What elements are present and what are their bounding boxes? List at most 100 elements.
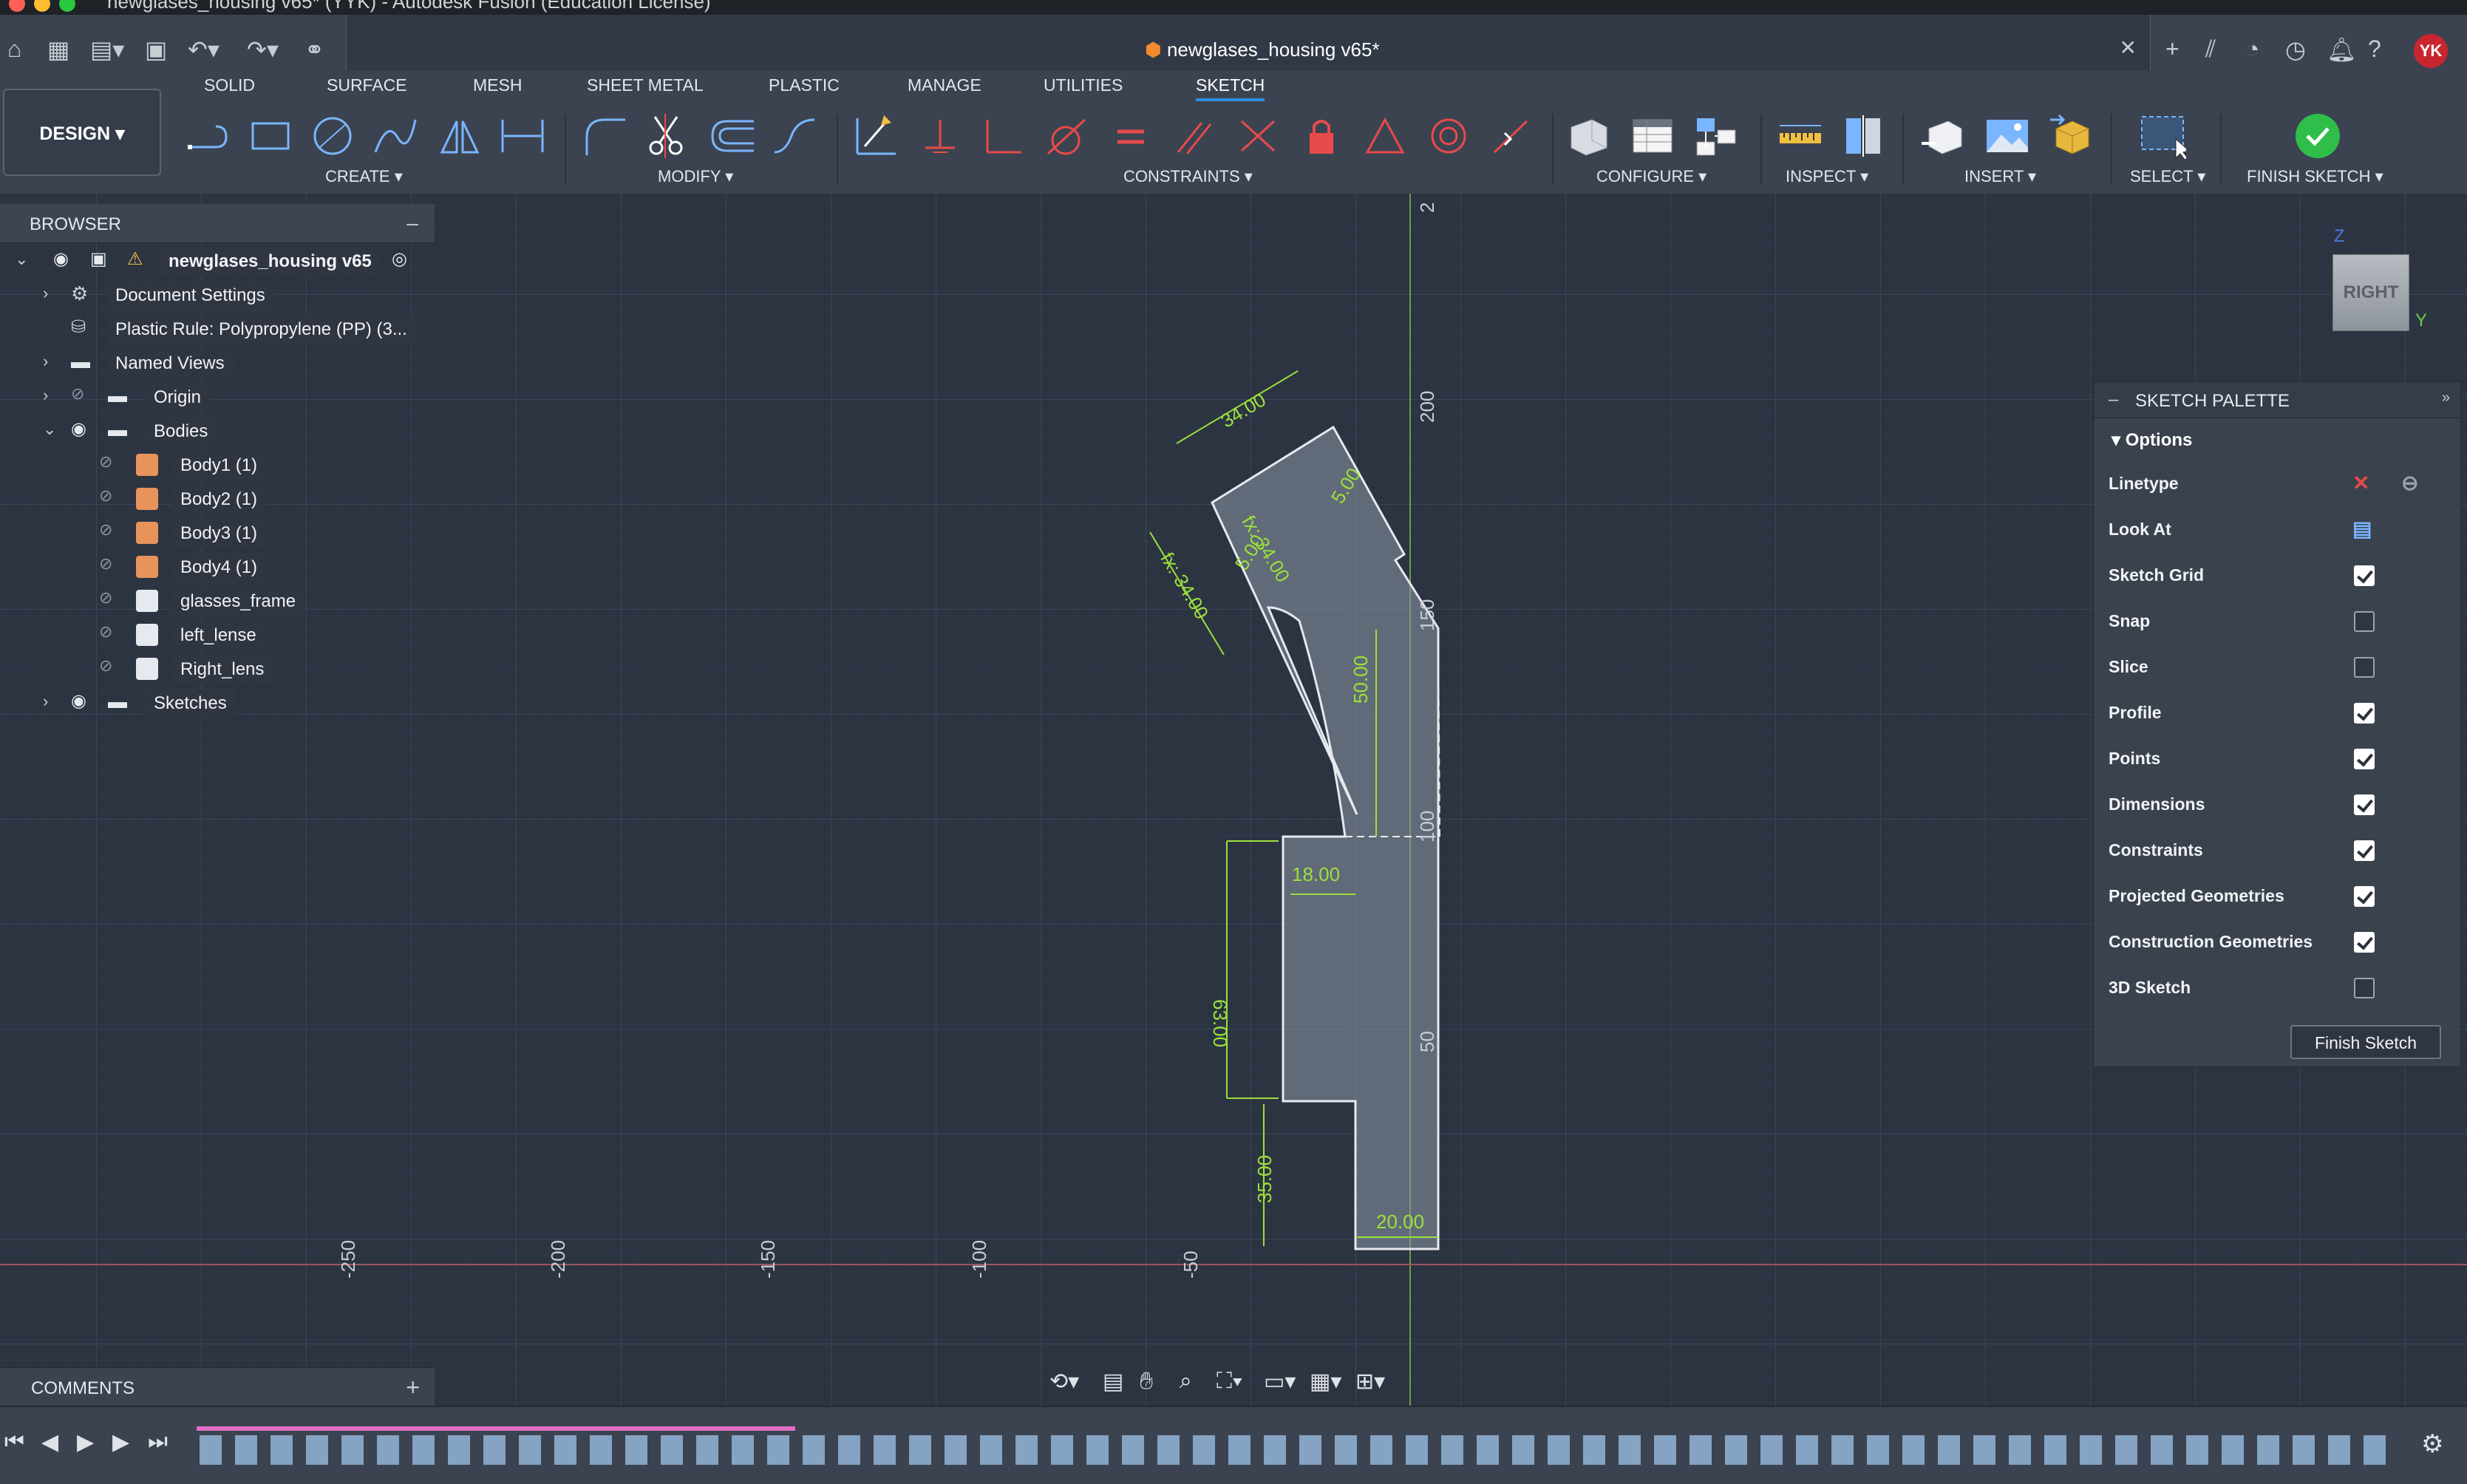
options-section[interactable]: ▾ Options [2112,429,2192,451]
dimension-label[interactable]: 50.00 [1350,656,1372,704]
dimension-label[interactable]: 20.00 [1376,1211,1424,1233]
eye-hidden-icon[interactable]: ⊘ [99,486,112,506]
window-controls[interactable] [9,0,84,14]
save-icon[interactable]: ▣ [145,35,167,64]
orbit-icon[interactable]: ⟲▾ [1049,1369,1079,1395]
close-window-icon[interactable] [9,0,25,12]
symmetry-constraint-icon[interactable] [1361,111,1409,161]
eye-icon[interactable]: ◉ [71,418,86,440]
midpoint-constraint-icon[interactable] [1487,111,1534,161]
trim-tool-icon[interactable] [643,111,690,161]
finish-sketch-button[interactable]: Finish Sketch [2290,1025,2441,1059]
home-icon[interactable]: ⌂ [7,35,21,63]
browser-root[interactable]: ⌄ ◉ ▣ ⚠ newglases_housing v65 ◎ [0,244,435,278]
fillet-tool-icon[interactable] [581,111,628,161]
file-menu-icon[interactable]: ▤▾ [90,35,124,64]
zoom-icon[interactable]: ⌕ [1180,1369,1192,1394]
undo-icon[interactable]: ↶▾ [188,35,220,64]
chevron-right-icon[interactable]: › [43,284,48,303]
dimensions-checkbox[interactable] [2354,794,2375,815]
collapse-palette-icon[interactable]: – [2109,389,2118,410]
curve-tool-icon[interactable] [770,111,817,161]
minimize-window-icon[interactable] [34,0,50,12]
finish-sketch-icon[interactable] [2294,111,2341,161]
link-icon[interactable]: ⚭ [304,35,324,64]
extensions-icon[interactable]: ⫽ [2205,35,2216,64]
fix-constraint-icon[interactable] [1298,111,1345,161]
eye-hidden-icon[interactable]: ⊘ [99,656,112,675]
eye-hidden-icon[interactable]: ⊘ [71,384,84,404]
look-at-icon[interactable]: ▤ [2352,517,2372,541]
construction-geometries-checkbox[interactable] [2354,932,2375,953]
grid-settings-icon[interactable]: ▦▾ [1310,1369,1341,1395]
timeline-back-icon[interactable]: ◀ [41,1429,58,1455]
create-menu[interactable]: CREATE ▾ [325,167,403,186]
constraints-menu[interactable]: CONSTRAINTS ▾ [1123,167,1253,186]
tab-sketch[interactable]: SKETCH [1196,75,1265,101]
circle-tool-icon[interactable] [309,111,356,161]
close-tab-icon[interactable]: ✕ [2120,35,2137,60]
horizontal-vertical-constraint-icon[interactable] [1234,111,1282,161]
eye-hidden-icon[interactable]: ⊘ [99,588,112,607]
line-tool-icon[interactable] [185,111,232,161]
auto-constrain-tool-icon[interactable] [851,111,899,161]
tab-solid[interactable]: SOLID [204,75,255,95]
configuration-table-icon[interactable] [1629,111,1676,161]
chevron-right-icon[interactable]: › [43,386,48,405]
configuration-rules-icon[interactable] [1692,111,1740,161]
mirror-tool-icon[interactable] [436,111,483,161]
coincident-constraint-icon[interactable] [916,111,964,161]
perpendicular-constraint-icon[interactable] [979,111,1026,161]
profile-checkbox[interactable] [2354,703,2375,724]
configure-menu[interactable]: CONFIGURE ▾ [1596,167,1707,186]
redo-icon[interactable]: ↷▾ [247,35,279,64]
insert-derive-icon[interactable] [1919,111,1966,161]
chevron-right-icon[interactable]: › [43,692,48,711]
eye-hidden-icon[interactable]: ⊘ [99,554,112,573]
dimension-label[interactable]: 35.00 [1253,1155,1276,1203]
viewcube[interactable]: RIGHT [2332,254,2409,331]
chevron-down-icon[interactable]: ⌄ [43,420,56,439]
select-menu[interactable]: SELECT ▾ [2130,167,2205,186]
insert-mesh-icon[interactable] [2047,111,2095,161]
snap-checkbox[interactable] [2354,611,2375,632]
timeline-settings-icon[interactable]: ⚙ [2421,1429,2443,1459]
look-at-nav-icon[interactable]: ▤ [1103,1369,1123,1395]
spline-tool-icon[interactable] [371,111,418,161]
modify-menu[interactable]: MODIFY ▾ [658,167,733,186]
job-status-icon[interactable]: ◷ [2285,35,2306,64]
projected-geometries-checkbox[interactable] [2354,886,2375,907]
timeline-forward-icon[interactable]: ▶ [112,1429,129,1455]
timeline-end-icon[interactable]: ⏭ [148,1429,168,1454]
3d-sketch-checkbox[interactable] [2354,978,2375,998]
parallel-constraint-icon[interactable] [1171,111,1218,161]
add-comment-icon[interactable]: + [406,1374,420,1401]
tab-surface[interactable]: SURFACE [327,75,407,95]
slice-checkbox[interactable] [2354,657,2375,678]
offset-tool-icon[interactable] [708,111,755,161]
timeline-play-icon[interactable]: ▶ [77,1429,94,1455]
equal-constraint-icon[interactable] [1107,111,1154,161]
finish-sketch-menu[interactable]: FINISH SKETCH ▾ [2247,167,2383,186]
expand-palette-icon[interactable]: » [2442,389,2450,406]
chevron-down-icon[interactable]: ⌄ [15,250,28,269]
pan-icon[interactable]: ✋︎ [1140,1367,1153,1395]
maximize-window-icon[interactable] [59,0,75,12]
constraints-checkbox[interactable] [2354,840,2375,861]
timeline-features[interactable] [200,1435,2387,1465]
tangent-constraint-icon[interactable] [1042,111,1089,161]
dimension-label[interactable]: 18.00 [1292,863,1340,886]
centerline-linetype-icon[interactable]: ⊖ [2401,471,2418,495]
collapse-browser-icon[interactable]: – [406,211,418,235]
tab-manage[interactable]: MANAGE [908,75,981,95]
viewports-icon[interactable]: ⊞▾ [1355,1369,1385,1395]
eye-hidden-icon[interactable]: ⊘ [99,622,112,641]
new-tab-icon[interactable]: + [2165,35,2180,63]
tab-mesh[interactable]: MESH [473,75,522,95]
points-checkbox[interactable] [2354,749,2375,769]
insert-menu[interactable]: INSERT ▾ [1964,167,2036,186]
eye-hidden-icon[interactable]: ⊘ [99,452,112,472]
notifications-icon[interactable]: 🔔︎ [2327,35,2357,64]
change-parameters-icon[interactable] [1565,111,1613,161]
sketch-grid-checkbox[interactable] [2354,565,2375,586]
